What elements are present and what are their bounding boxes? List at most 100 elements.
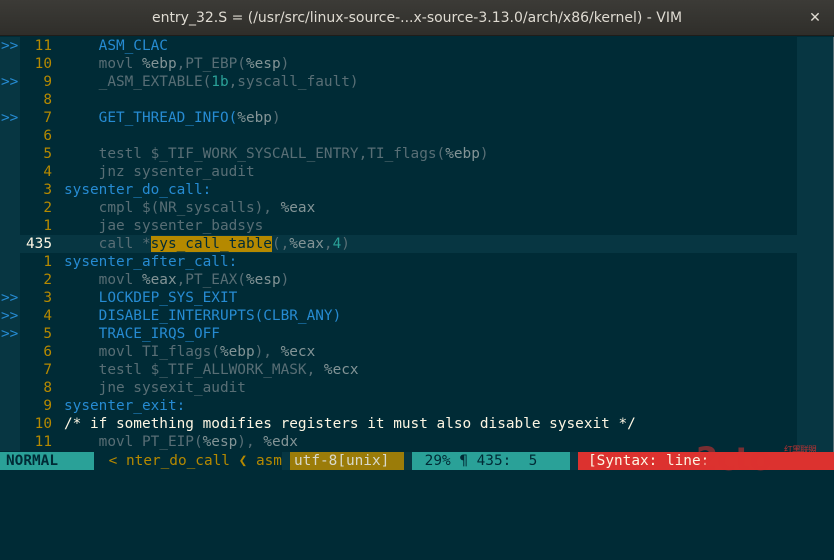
current-line[interactable]: 435 call *sys_call_table(,%eax,4): [0, 235, 834, 253]
editor-buffer[interactable]: >> 11 ASM_CLAC 10 movl %ebp,PT_EBP(%esp) >>…: [0, 37, 834, 452]
code-line[interactable]: >> 11 ASM_CLAC: [0, 37, 834, 55]
code-token: ,: [323, 236, 333, 252]
code-line[interactable]: 2 movl %eax,PT_EAX(%esp): [0, 271, 834, 289]
sign-column-marker: [0, 145, 20, 163]
code-token: ): [341, 236, 350, 252]
sign-column-marker: [0, 91, 20, 109]
code-token: %eax: [280, 200, 316, 216]
close-icon[interactable]: ✕: [806, 9, 824, 27]
sign-column-marker: [0, 271, 20, 289]
line-code: jne sysexit_audit: [64, 379, 246, 397]
code-line[interactable]: >> 7 GET_THREAD_INFO(%ebp): [0, 109, 834, 127]
line-code: call *sys_call_table(,%eax,4): [64, 235, 350, 253]
code-line[interactable]: 9 sysenter_exit:: [0, 397, 834, 415]
code-line[interactable]: 2 cmpl $(NR_syscalls), %eax: [0, 199, 834, 217]
line-code: movl TI_flags(%ebp), %ecx: [64, 343, 316, 361]
code-line[interactable]: 5 testl $_TIF_WORK_SYSCALL_ENTRY,TI_flag…: [0, 145, 834, 163]
current-function: < nter_do_call ❮ asm: [94, 452, 282, 470]
sign-column-marker: >>: [0, 289, 20, 307]
code-token: movl: [64, 56, 142, 72]
code-line[interactable]: >> 4 DISABLE_INTERRUPTS(CLBR_ANY): [0, 307, 834, 325]
code-token: 1b: [211, 74, 229, 90]
code-token: sysenter_exit:: [64, 398, 186, 414]
code-token: %eax: [289, 236, 324, 252]
code-line[interactable]: >> 9 _ASM_EXTABLE(1b,syscall_fault): [0, 73, 834, 91]
cursor-position: 29% ¶ 435: 5: [412, 452, 570, 470]
line-number: 2: [43, 272, 52, 288]
code-line[interactable]: 6: [0, 127, 834, 145]
code-token: /* if something modifies registers it mu…: [64, 416, 636, 432]
sign-column-marker: [0, 127, 20, 145]
sign-column-marker: [0, 181, 20, 199]
line-code: TRACE_IRQS_OFF: [64, 325, 220, 343]
code-line[interactable]: 6 movl TI_flags(%ebp), %ecx: [0, 343, 834, 361]
code-token: ): [271, 110, 281, 126]
line-number: 7: [43, 110, 52, 126]
line-code: LOCKDEP_SYS_EXIT: [64, 289, 238, 307]
line-number: 4: [43, 308, 52, 324]
code-token: jnz sysenter_audit: [64, 164, 255, 180]
code-token: testl $_TIF_WORK_SYSCALL_ENTRY,TI_flags(: [64, 146, 446, 162]
code-token: %ebp: [219, 344, 255, 360]
sign-column-marker: [0, 163, 20, 181]
line-code: /* if something modifies registers it mu…: [64, 415, 636, 433]
code-line[interactable]: 4 jnz sysenter_audit: [0, 163, 834, 181]
code-token: %esp: [245, 272, 281, 288]
search-highlight: sys_call_table: [150, 236, 272, 252]
code-line[interactable]: >> 5 TRACE_IRQS_OFF: [0, 325, 834, 343]
code-line[interactable]: 1 sysenter_after_call:: [0, 253, 834, 271]
sign-column-marker: >>: [0, 307, 20, 325]
code-token: ,PT_EAX(: [176, 272, 246, 288]
code-token: %esp: [245, 56, 281, 72]
sign-column-marker: [0, 361, 20, 379]
code-token: LOCKDEP_SYS_EXIT: [64, 290, 238, 306]
code-line[interactable]: >> 3 LOCKDEP_SYS_EXIT: [0, 289, 834, 307]
code-token: %esp: [202, 434, 238, 450]
code-line[interactable]: 3 sysenter_do_call:: [0, 181, 834, 199]
code-token: ASM_CLAC: [64, 38, 168, 54]
line-number: 11: [34, 38, 52, 54]
code-token: ),: [237, 434, 264, 450]
line-number: 10: [34, 56, 52, 72]
code-line[interactable]: 8: [0, 91, 834, 109]
line-code: movl %ebp,PT_EBP(%esp): [64, 55, 290, 73]
line-code: testl $_TIF_ALLWORK_MASK, %ecx: [64, 361, 359, 379]
line-code: ASM_CLAC: [64, 37, 168, 55]
line-number: 6: [43, 128, 52, 144]
line-number: 6: [43, 344, 52, 360]
line-number: 3: [43, 182, 52, 198]
site-watermark-logo: 2cto 红黑联盟: [696, 440, 834, 487]
sign-column-marker: >>: [0, 37, 20, 55]
code-token: jne sysexit_audit: [64, 380, 246, 396]
line-code: sysenter_do_call:: [64, 181, 211, 199]
code-line[interactable]: 10 /* if something modifies registers it …: [0, 415, 834, 433]
line-code: movl PT_EIP(%esp), %edx: [64, 433, 298, 451]
code-token: %edx: [263, 434, 298, 450]
code-token: %eax: [141, 272, 177, 288]
line-code: _ASM_EXTABLE(1b,syscall_fault): [64, 73, 359, 91]
code-line[interactable]: 10 movl %ebp,PT_EBP(%esp): [0, 55, 834, 73]
watermark-text: 2cto: [696, 440, 772, 478]
code-token: TRACE_IRQS_OFF: [64, 326, 220, 342]
line-code: jae sysenter_badsys: [64, 217, 264, 235]
line-code: sysenter_exit:: [64, 397, 185, 415]
line-number: 11: [34, 434, 52, 450]
line-number: 10: [34, 416, 52, 432]
sign-column-marker: [0, 379, 20, 397]
line-code: DISABLE_INTERRUPTS(CLBR_ANY): [64, 307, 342, 325]
line-number: 8: [43, 92, 52, 108]
code-token: testl $_TIF_ALLWORK_MASK,: [64, 362, 324, 378]
code-line[interactable]: 8 jne sysexit_audit: [0, 379, 834, 397]
sign-column-marker: >>: [0, 73, 20, 91]
line-code: cmpl $(NR_syscalls), %eax: [64, 199, 316, 217]
line-code: sysenter_after_call:: [64, 253, 237, 271]
code-line[interactable]: 1 jae sysenter_badsys: [0, 217, 834, 235]
line-number: 1: [43, 254, 52, 270]
code-token: _ASM_EXTABLE(: [64, 74, 212, 90]
code-token: %ecx: [323, 362, 359, 378]
line-number: 1: [43, 218, 52, 234]
code-token: ): [479, 146, 489, 162]
code-token: DISABLE_INTERRUPTS(CLBR_ANY): [64, 308, 342, 324]
sign-column-marker: [0, 253, 20, 271]
code-line[interactable]: 7 testl $_TIF_ALLWORK_MASK, %ecx: [0, 361, 834, 379]
